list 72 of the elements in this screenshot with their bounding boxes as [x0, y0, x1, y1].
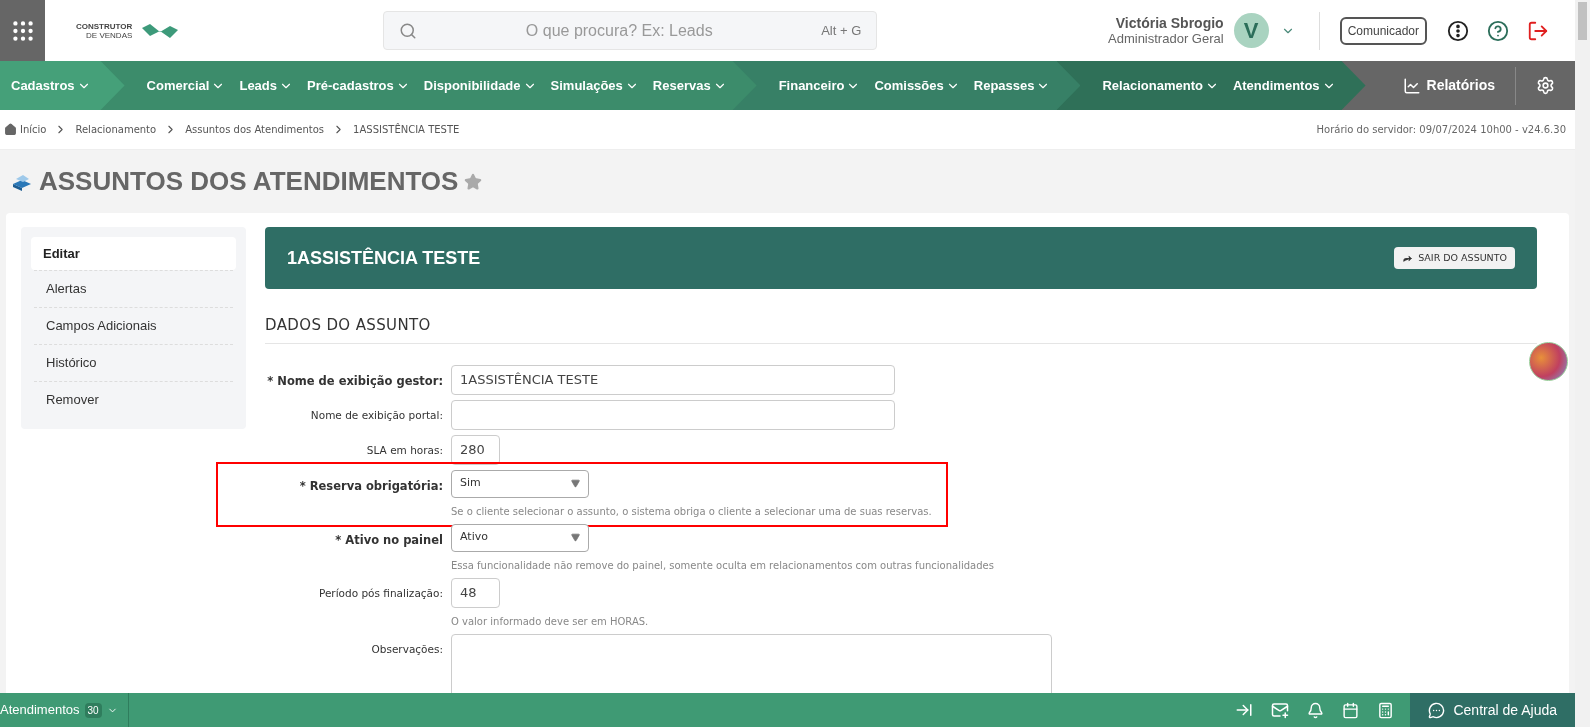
- count-badge: 30: [84, 702, 102, 718]
- section-heading: DADOS DO ASSUNTO: [265, 314, 1537, 344]
- more-options-icon[interactable]: [1447, 19, 1469, 42]
- calculator-icon[interactable]: [1377, 701, 1395, 719]
- settings-icon[interactable]: [1536, 76, 1555, 95]
- server-time: Horário do servidor: 09/07/2024 10h00 - v24.6.30: [1316, 123, 1566, 137]
- caret-icon: [571, 479, 580, 488]
- mail-icon[interactable]: [1271, 701, 1290, 719]
- breadcrumb-link[interactable]: Início: [20, 122, 47, 137]
- text-field[interactable]: [451, 399, 895, 430]
- help-center-button[interactable]: Central de Ajuda: [1410, 693, 1575, 727]
- sidebar-item[interactable]: Histórico: [34, 344, 233, 381]
- nav-menu-item[interactable]: Relacionamento: [1102, 75, 1219, 96]
- attendances-tab[interactable]: Atendimentos 30: [0, 693, 129, 727]
- logo-icon: [140, 21, 181, 40]
- select-field[interactable]: Sim: [451, 469, 589, 498]
- field-label: * Ativo no painel: [334, 531, 444, 549]
- select-field[interactable]: Ativo: [451, 523, 589, 552]
- search-field[interactable]: O que procura? Ex: Leads: [417, 18, 822, 43]
- bell-icon[interactable]: [1307, 701, 1325, 719]
- scrollbar[interactable]: [1575, 0, 1590, 727]
- nav-menu-item[interactable]: Reservas: [652, 75, 727, 96]
- exit-button[interactable]: SAIR DO ASSUNTO: [1394, 247, 1515, 269]
- shortcut-hint: Alt + G: [821, 21, 862, 40]
- sidebar-item[interactable]: Editar: [31, 237, 236, 270]
- sidebar-item[interactable]: Campos Adicionais: [34, 307, 233, 344]
- nav-menu-item[interactable]: Comissões: [874, 75, 960, 96]
- search-icon: [399, 21, 418, 40]
- nav-menu-item[interactable]: Simulações: [550, 75, 639, 96]
- help-text: Se o cliente selecionar o assunto, o sistema obriga o cliente a selecionar uma de suas reservas.: [451, 504, 932, 519]
- nav-menu-item[interactable]: Atendimentos: [1232, 75, 1336, 96]
- panel-title: 1ASSISTÊNCIA TESTE: [287, 246, 481, 270]
- search-bar[interactable]: O que procura? Ex: Leads Alt + G: [383, 11, 878, 50]
- arrow-to-line-icon[interactable]: [1235, 701, 1254, 719]
- field-label: * Nome de exibição gestor:: [266, 372, 444, 390]
- number-field[interactable]: 48: [451, 577, 500, 608]
- field-label: Observações:: [370, 641, 444, 657]
- chat-icon: [1428, 701, 1446, 719]
- user-name: Victória Sbrogio: [1115, 14, 1224, 31]
- nav-menu-item[interactable]: Repasses: [973, 75, 1051, 96]
- nav-menu-item[interactable]: Comercial: [146, 75, 226, 96]
- help-text: O valor informado deve ser em HORAS.: [451, 614, 649, 629]
- reports-link[interactable]: Relatórios: [1402, 75, 1495, 96]
- field-label: Período pós finalização:: [317, 585, 444, 601]
- apps-menu-button[interactable]: [0, 0, 45, 61]
- sidebar-item[interactable]: Remover: [34, 381, 233, 418]
- home-icon: [4, 123, 17, 136]
- help-text: Essa funcionalidade não remove do painel, somente oculta em relacionamentos com outras funcionalidades: [451, 558, 994, 573]
- number-field[interactable]: 280: [451, 434, 500, 465]
- logout-icon[interactable]: [1527, 19, 1549, 42]
- favorite-star-icon[interactable]: [464, 172, 483, 191]
- chart-icon: [1402, 76, 1421, 95]
- communicator-button[interactable]: Comunicador: [1339, 16, 1427, 45]
- nav-menu-item[interactable]: Leads: [239, 75, 294, 96]
- field-label: SLA em horas:: [365, 442, 444, 458]
- help-icon[interactable]: [1487, 19, 1509, 42]
- sidebar-item[interactable]: Alertas: [34, 270, 233, 307]
- field-label: Nome de exibição portal:: [309, 407, 444, 423]
- calendar-icon[interactable]: [1342, 701, 1360, 719]
- user-avatar[interactable]: V: [1233, 13, 1269, 48]
- text-field[interactable]: 1ASSISTÊNCIA TESTE: [451, 364, 895, 395]
- page-title: ASSUNTOS DOS ATENDIMENTOS: [39, 165, 459, 198]
- logo-text: CONSTRUTOR: [76, 21, 133, 31]
- nav-menu-item[interactable]: Financeiro: [778, 75, 861, 96]
- breadcrumb-link[interactable]: Assuntos dos Atendimentos: [185, 122, 325, 137]
- field-label: * Reserva obrigatória:: [298, 477, 444, 495]
- nav-menu-item[interactable]: Pré-cadastros: [307, 75, 410, 96]
- user-role: Administrador Geral: [1108, 30, 1224, 47]
- caret-icon: [571, 533, 580, 542]
- logo-text: DE VENDAS: [86, 30, 133, 40]
- breadcrumb-link[interactable]: Relacionamento: [75, 122, 157, 137]
- nav-menu-item[interactable]: Disponibilidade: [423, 75, 537, 96]
